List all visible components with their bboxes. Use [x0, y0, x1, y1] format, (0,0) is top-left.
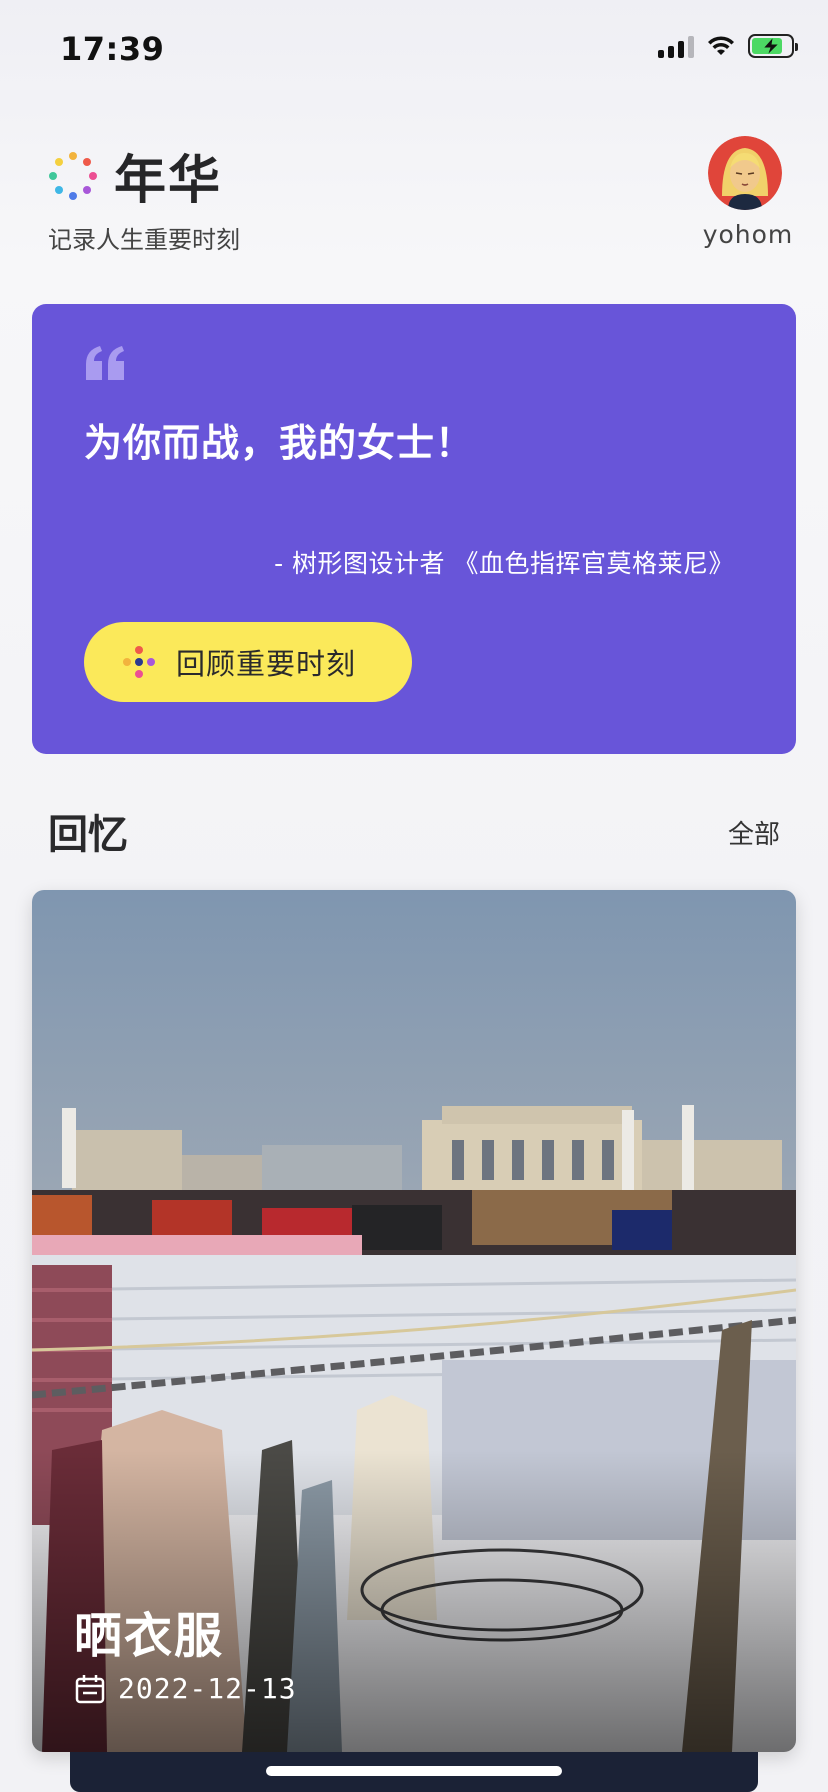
status-icons [658, 34, 798, 58]
memory-date-row: 2022-12-13 [74, 1672, 297, 1705]
home-indicator[interactable] [266, 1766, 562, 1776]
memory-date: 2022-12-13 [118, 1672, 297, 1705]
quote-mark-icon [86, 346, 124, 380]
status-bar: 17:39 [0, 0, 828, 100]
memories-section-title: 回忆 [48, 812, 128, 858]
memory-card[interactable]: 晒衣服 2022-12-13 [32, 890, 796, 1752]
status-time: 17:39 [60, 30, 165, 68]
wifi-icon [708, 36, 734, 55]
quote-card: 为你而战，我的女士！ - 树形图设计者 《血色指挥官莫格莱尼》 回顾重要时刻 [32, 304, 796, 754]
brand: 年华 [48, 138, 222, 213]
quote-source: - 树形图设计者 《血色指挥官莫格莱尼》 [274, 549, 734, 578]
review-moments-button[interactable]: 回顾重要时刻 [84, 622, 412, 702]
memory-title: 晒衣服 [74, 1608, 225, 1664]
app-subtitle: 记录人生重要时刻 [48, 226, 240, 254]
battery-icon [748, 34, 798, 58]
quote-text: 为你而战，我的女士！ [84, 421, 475, 465]
avatar[interactable] [708, 136, 782, 210]
dots-icon [123, 646, 155, 678]
app-title: 年华 [114, 151, 223, 211]
calendar-icon [75, 1674, 105, 1703]
see-all-link[interactable]: 全部 [728, 814, 780, 851]
cellular-signal-icon [658, 34, 694, 58]
review-moments-label: 回顾重要时刻 [176, 647, 357, 681]
avatar-icon [708, 136, 782, 210]
app-screen: 17:39 年华 记录人生重要时刻 yohom 为你而战，我的女士！ - 树形图… [0, 0, 828, 1792]
username[interactable]: yohom [688, 220, 808, 249]
ring-logo-icon [49, 151, 97, 200]
